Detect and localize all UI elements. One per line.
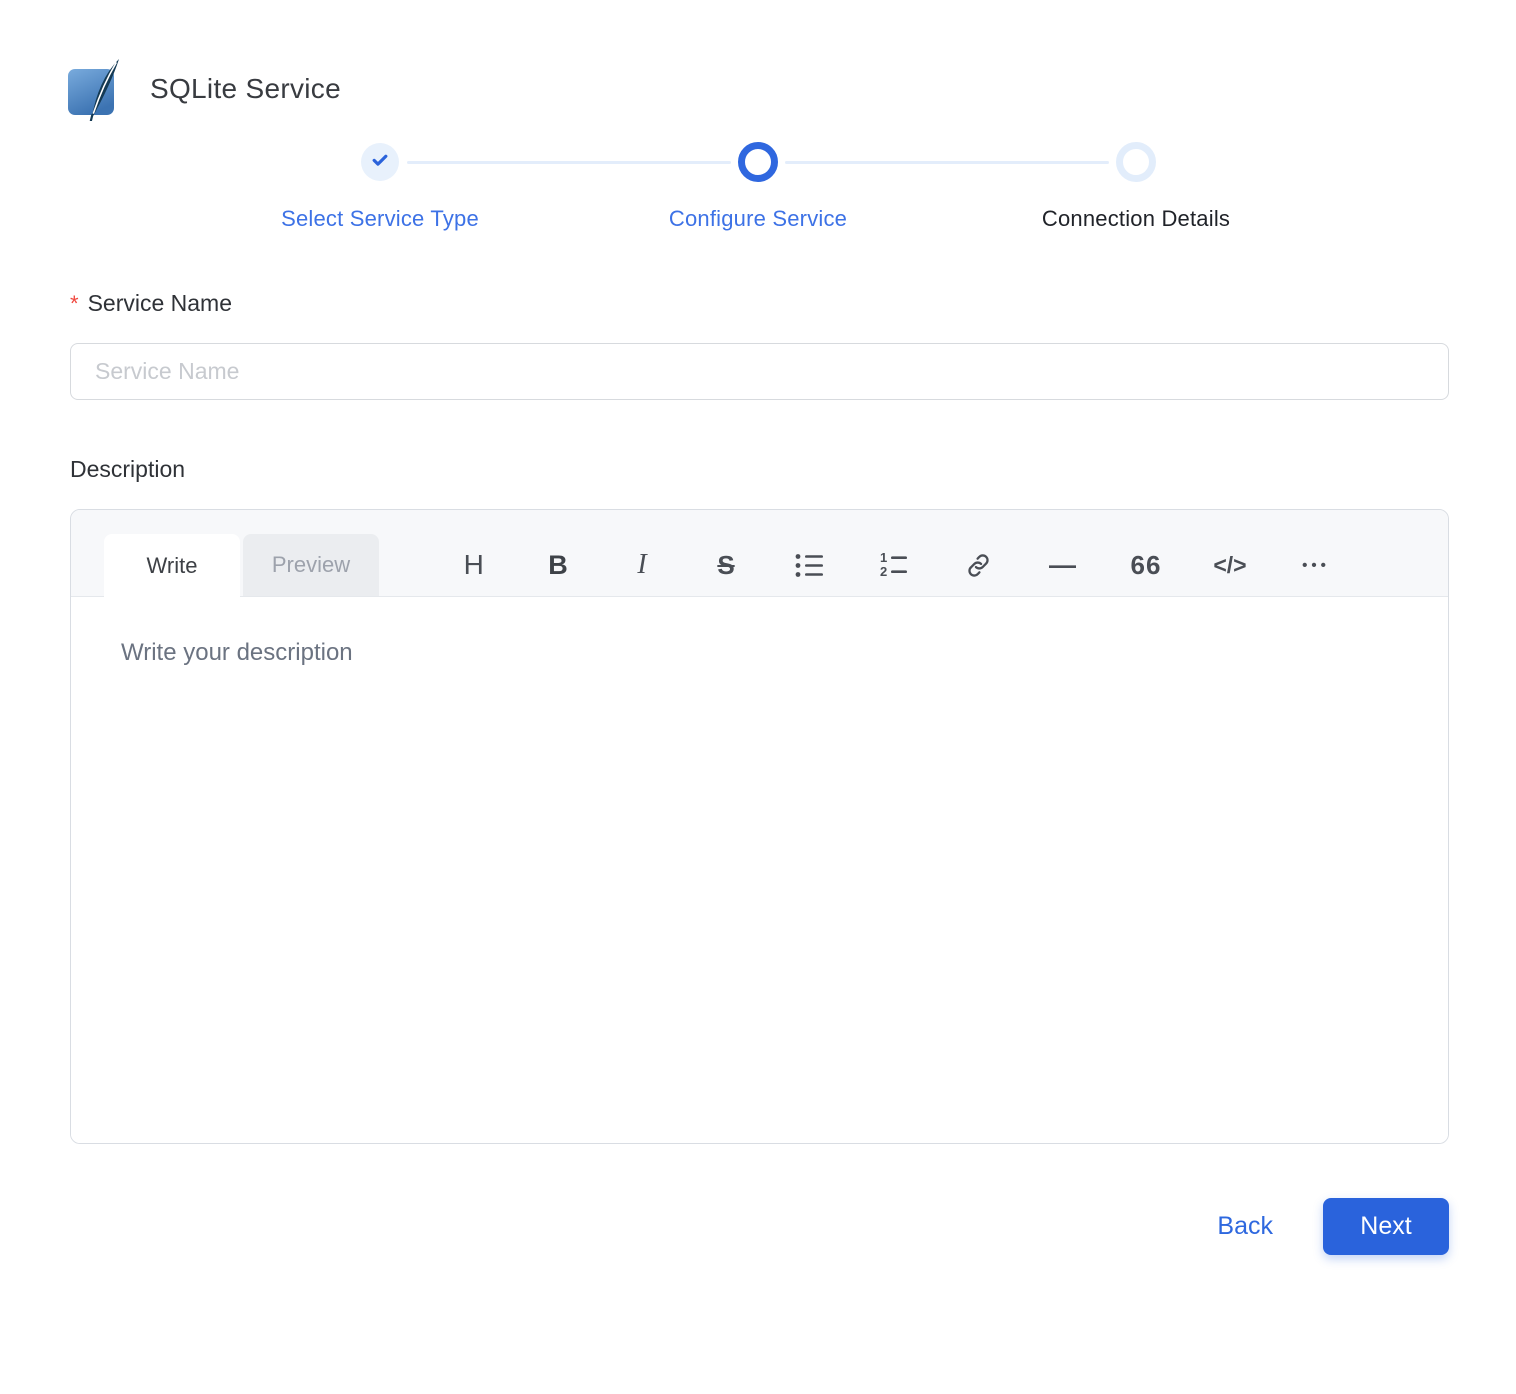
link-icon[interactable] xyxy=(936,534,1020,596)
step-label: Connection Details xyxy=(1041,206,1231,231)
heading-glyph: H xyxy=(463,549,485,580)
svg-text:2: 2 xyxy=(880,564,887,579)
step-dot-row xyxy=(361,142,399,182)
italic-glyph: I xyxy=(637,549,647,580)
strikethrough-glyph: S xyxy=(717,549,735,580)
back-button[interactable]: Back xyxy=(1215,1208,1275,1245)
step-dot-row xyxy=(738,142,778,182)
step-label: Select Service Type xyxy=(281,206,479,231)
description-editor: Write Preview H B I S 1 2 — 66 </> ••• W… xyxy=(70,509,1449,1144)
page-title: SQLite Service xyxy=(150,73,341,104)
more-glyph: ••• xyxy=(1302,556,1330,574)
step-active-circle xyxy=(738,142,778,182)
next-button[interactable]: Next xyxy=(1323,1198,1449,1255)
service-name-label: * Service Name xyxy=(70,290,1449,317)
step-configure-service: Configure Service xyxy=(407,142,947,232)
service-name-label-text: Service Name xyxy=(87,290,232,316)
horizontal-rule-glyph: — xyxy=(1049,549,1076,580)
bullet-list-icon[interactable] xyxy=(768,534,852,596)
step-select-service-type: Select Service Type xyxy=(191,142,569,232)
numbered-list-icon[interactable]: 1 2 xyxy=(852,534,936,596)
wizard-footer: Back Next xyxy=(0,1198,1449,1255)
step-label: Configure Service xyxy=(668,206,848,231)
description-input[interactable] xyxy=(71,597,1448,1143)
tab-write[interactable]: Write xyxy=(104,534,240,597)
quote-icon[interactable]: 66 xyxy=(1104,534,1188,596)
configure-service-form: * Service Name Description Write Preview… xyxy=(70,290,1449,1144)
horizontal-rule-icon[interactable]: — xyxy=(1020,534,1104,596)
step-completed-circle xyxy=(361,143,399,181)
bold-glyph: B xyxy=(548,549,568,580)
code-icon[interactable]: </> xyxy=(1188,534,1272,596)
step-dot-row xyxy=(1116,142,1156,182)
check-icon xyxy=(370,150,390,175)
step-pending-circle xyxy=(1116,142,1156,182)
editor-body xyxy=(71,597,1448,1143)
more-icon[interactable]: ••• xyxy=(1272,534,1356,596)
tab-preview[interactable]: Preview xyxy=(243,534,379,596)
sqlite-logo-icon xyxy=(66,57,124,121)
code-glyph: </> xyxy=(1213,551,1247,578)
editor-tabs: Write Preview xyxy=(104,534,379,597)
required-asterisk: * xyxy=(70,291,79,316)
description-label-text: Description xyxy=(70,456,186,482)
editor-toolbar-bar: Write Preview H B I S 1 2 — 66 </> ••• xyxy=(71,510,1448,597)
heading-icon[interactable]: H xyxy=(432,534,516,596)
sqlite-service-wizard: SQLite Service Select Service Type Confi… xyxy=(0,58,1516,1394)
strikethrough-icon[interactable]: S xyxy=(684,534,768,596)
editor-toolbar: H B I S 1 2 — 66 </> ••• xyxy=(432,534,1356,596)
service-name-input[interactable] xyxy=(70,343,1449,400)
stepper: Select Service Type Configure Service Co… xyxy=(191,142,1325,232)
step-connection-details: Connection Details xyxy=(785,142,1325,232)
quote-glyph: 66 xyxy=(1130,549,1162,580)
description-label: Description xyxy=(70,456,1449,483)
bold-icon[interactable]: B xyxy=(516,534,600,596)
italic-icon[interactable]: I xyxy=(600,534,684,596)
page-header: SQLite Service xyxy=(66,57,1516,121)
